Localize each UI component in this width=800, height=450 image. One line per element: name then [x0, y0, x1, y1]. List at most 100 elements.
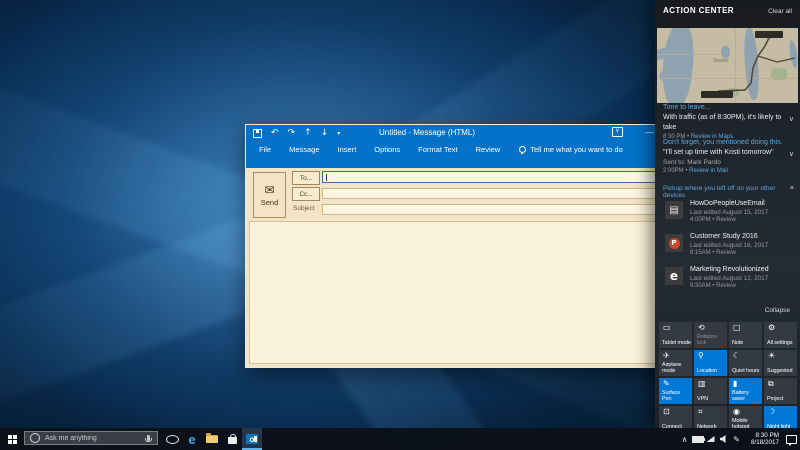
task-view-icon [166, 435, 179, 444]
action-center-title: ACTION CENTER [663, 6, 734, 15]
document-subtitle: Last edited August 16, 2017 [690, 242, 768, 249]
quick-action-suggested[interactable]: ☀Suggested [764, 350, 797, 376]
notification-time-to-leave[interactable]: Time to leave... With traffic (as of 8:3… [663, 103, 794, 142]
edge-icon: e [188, 433, 195, 446]
notification-bubble-icon [786, 435, 797, 444]
tab-review[interactable]: Review [467, 145, 510, 154]
window-title: Untitled - Message (HTML) [246, 128, 608, 137]
notification-time: 2:00PM [663, 168, 684, 174]
pickup-item-document[interactable]: P Customer Study 2016 Last edited August… [665, 233, 794, 261]
quick-action-airplane-mode[interactable]: ✈Airplane mode [659, 350, 692, 376]
cc-field[interactable] [322, 188, 656, 199]
document-subtitle: Last edited August 12, 2017 [690, 275, 768, 282]
tab-format-text[interactable]: Format Text [409, 145, 466, 154]
notification-subtext: Sent to: Mark Pardo [663, 158, 794, 167]
action-center-button[interactable] [782, 435, 800, 444]
pickup-item-document[interactable]: ▤ HowDoPeopleUseEmail Last edited August… [665, 200, 794, 228]
ribbon-tabs: File Message Insert Options Format Text … [250, 141, 623, 158]
subject-label: Subject [293, 205, 315, 212]
subject-field[interactable] [322, 204, 656, 215]
project-screens-icon: ⧉ [768, 380, 774, 388]
send-button[interactable]: ✉ Send [253, 172, 286, 218]
start-button[interactable] [0, 428, 24, 450]
map-route-label [755, 31, 783, 38]
to-field[interactable] [322, 171, 656, 183]
message-header-form: ✉ Send To... Cc... Subject [246, 168, 664, 221]
taskbar-file-explorer-button[interactable] [202, 428, 222, 450]
quick-action-all-settings[interactable]: ⚙All settings [764, 322, 797, 348]
show-hidden-icons-chevron[interactable]: ∧ [678, 435, 691, 444]
document-meta: 4:00PM • Review [690, 217, 736, 223]
document-meta: 9:30AM • Review [690, 283, 736, 289]
quick-action-surface-pen[interactable]: ✎Surface Pen [659, 378, 692, 404]
taskbar-edge-button[interactable]: e [182, 428, 202, 450]
quick-action-note[interactable]: ▢Note [729, 322, 762, 348]
pickup-item-document[interactable]: e Marketing Revolutionized Last edited A… [665, 266, 794, 294]
network-status-icon[interactable] [704, 436, 717, 442]
taskbar: e o ∧ ✎ 8:30 PM 8/18/2017 [0, 428, 800, 450]
edge-icon: e [670, 269, 678, 283]
clear-all-button[interactable]: Clear all [768, 8, 792, 15]
quick-action-tablet-mode[interactable]: ▭Tablet mode [659, 322, 692, 348]
ribbon-display-options-icon[interactable]: ∨ [612, 127, 623, 137]
tab-options[interactable]: Options [365, 145, 409, 154]
minimize-button[interactable]: — [645, 127, 654, 137]
quick-action-project[interactable]: ⧉Project [764, 378, 797, 404]
windows-logo-icon [8, 435, 17, 444]
document-meta: 8:15AM • Review [690, 250, 736, 256]
quick-action-vpn[interactable]: ▥VPN [694, 378, 727, 404]
gear-icon: ⚙ [768, 324, 775, 332]
vpn-icon: ▥ [698, 380, 706, 388]
taskbar-clock[interactable]: 8:30 PM 8/18/2017 [743, 432, 782, 446]
document-title: HowDoPeopleUseEmail [690, 200, 765, 207]
task-view-button[interactable] [162, 428, 182, 450]
cc-button[interactable]: Cc... [292, 187, 320, 201]
taskbar-outlook-button[interactable]: o [242, 428, 262, 450]
network-icon: ⌗ [698, 408, 703, 416]
tablet-mode-icon: ▭ [663, 324, 671, 332]
cortana-search-box[interactable] [24, 431, 158, 445]
search-input[interactable] [45, 435, 142, 442]
airplane-icon: ✈ [663, 352, 670, 360]
taskbar-store-button[interactable] [222, 428, 242, 450]
powerpoint-icon: P [669, 238, 680, 249]
night-light-icon: ☽ [768, 408, 775, 416]
volume-icon[interactable] [717, 435, 730, 443]
tell-me-label: Tell me what you want to do [530, 145, 623, 154]
hotspot-icon: ◉ [733, 408, 740, 416]
tab-insert[interactable]: Insert [329, 145, 366, 154]
quick-action-battery-saver[interactable]: ▮Battery saver [729, 378, 762, 404]
outlook-icon: o [246, 434, 258, 444]
notification-body: With traffic (as of 8:30PM), it's likely… [663, 113, 794, 133]
tab-file[interactable]: File [250, 145, 280, 154]
envelope-icon: ✉ [264, 184, 274, 196]
message-body-editor[interactable] [249, 221, 661, 364]
to-button[interactable]: To... [292, 171, 320, 185]
quick-action-quiet-hours[interactable]: ☾Quiet hours [729, 350, 762, 376]
review-in-mail-link[interactable]: Review in Mail [689, 168, 728, 174]
quick-action-rotation-lock[interactable]: ⟲Rotation lock [694, 322, 727, 348]
pen-icon: ✎ [663, 380, 670, 388]
store-bag-icon [228, 437, 237, 444]
outlook-compose-window: ↶ ↷ ↑ ↓ ▾ Untitled - Message (HTML) ∨ — … [245, 124, 665, 368]
collapse-link[interactable]: Collapse [765, 307, 790, 314]
battery-status-icon[interactable] [691, 436, 704, 443]
text-cursor [326, 174, 327, 181]
dot-separator: • [685, 168, 687, 174]
moon-icon: ☾ [733, 352, 740, 360]
pen-settings-icon[interactable]: ✎ [730, 435, 743, 444]
map-city-label: Seattle [713, 58, 729, 64]
map-route-label [701, 91, 733, 98]
pickup-header: Pickup where you left off on your other … [663, 185, 794, 199]
tab-message[interactable]: Message [280, 145, 328, 154]
quick-action-location[interactable]: ⚲Location [694, 350, 727, 376]
maps-notification-image[interactable]: Seattle [657, 28, 798, 103]
microphone-icon[interactable] [147, 435, 150, 441]
chevron-down-icon[interactable]: ∨ [789, 149, 794, 159]
notification-dont-forget[interactable]: Don't forget, you mentioned doing this. … [663, 138, 794, 176]
notification-title: Don't forget, you mentioned doing this. [663, 138, 794, 148]
notification-body: "I'll set up time with Kristi tomorrow" … [663, 148, 794, 158]
close-icon[interactable]: × [790, 185, 794, 192]
tell-me-box[interactable]: Tell me what you want to do [519, 145, 623, 154]
chevron-down-icon[interactable]: ∨ [789, 114, 794, 124]
